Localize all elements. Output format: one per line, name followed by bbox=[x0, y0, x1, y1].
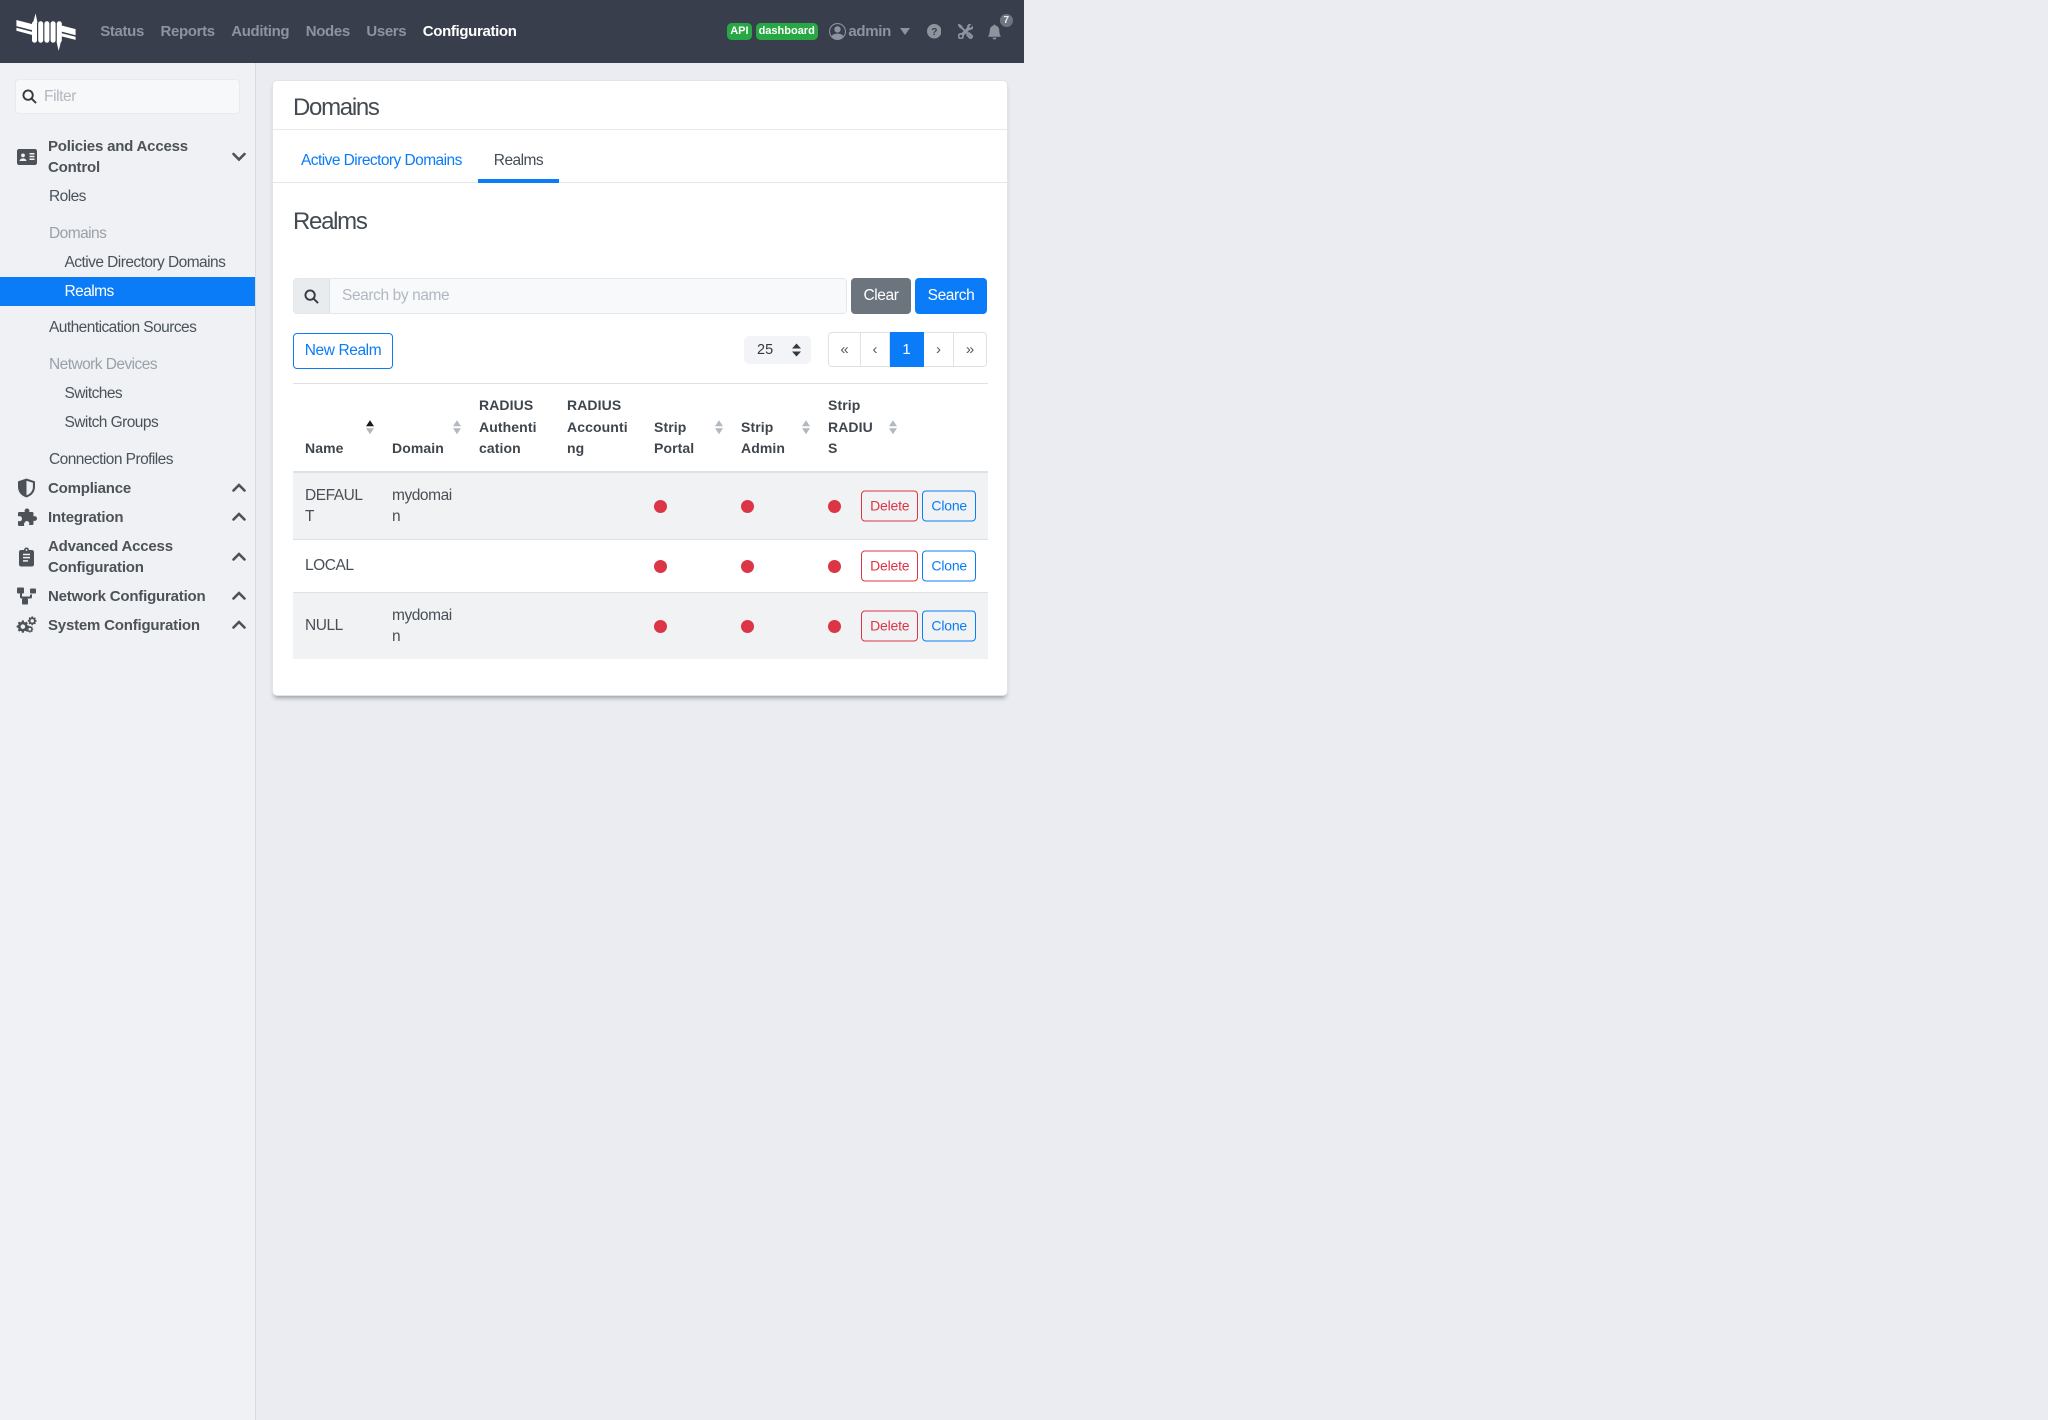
svg-text:?: ? bbox=[931, 27, 937, 38]
